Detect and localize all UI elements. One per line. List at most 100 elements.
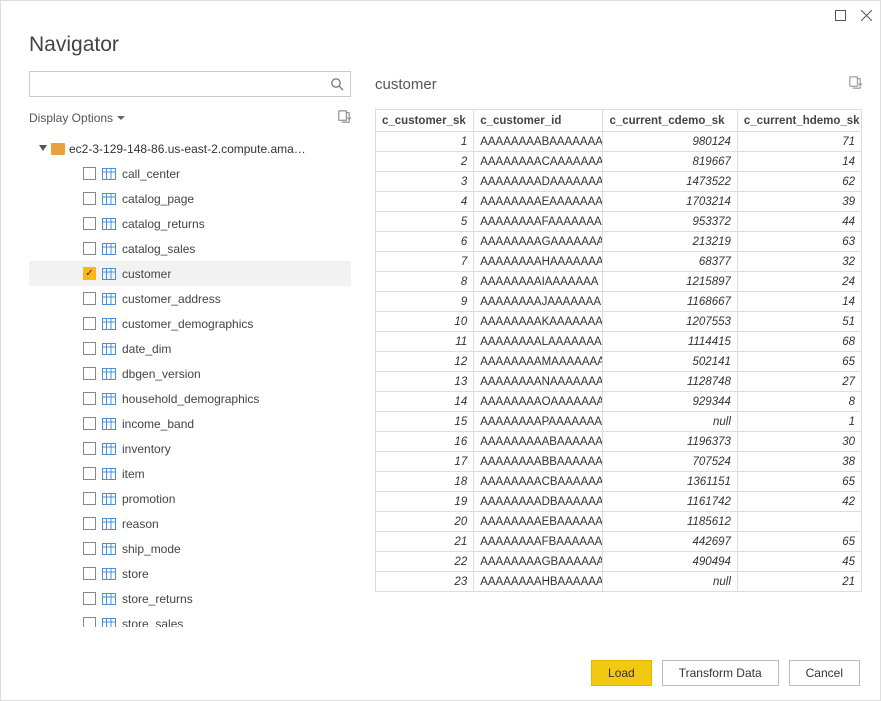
table-row[interactable]: 21AAAAAAAAFBAAAAAA44269765 xyxy=(376,532,862,552)
table-row[interactable]: 6AAAAAAAAGAAAAAAA21321963 xyxy=(376,232,862,252)
checkbox[interactable] xyxy=(83,267,96,280)
search-box[interactable] xyxy=(29,71,351,97)
checkbox[interactable] xyxy=(83,417,96,430)
table-row[interactable]: 3AAAAAAAADAAAAAAA147352262 xyxy=(376,172,862,192)
checkbox[interactable] xyxy=(83,342,96,355)
tree-item[interactable]: household_demographics xyxy=(29,386,351,411)
checkbox[interactable] xyxy=(83,192,96,205)
cell: 1185612 xyxy=(603,512,737,532)
checkbox[interactable] xyxy=(83,367,96,380)
table-icon xyxy=(102,268,116,280)
tree-item[interactable]: customer_demographics xyxy=(29,311,351,336)
table-row[interactable]: 12AAAAAAAAMAAAAAAA50214165 xyxy=(376,352,862,372)
tree-item[interactable]: dbgen_version xyxy=(29,361,351,386)
chevron-down-icon xyxy=(117,116,125,120)
col-header[interactable]: c_current_cdemo_sk xyxy=(603,110,737,132)
cell: 14 xyxy=(737,152,861,172)
tree-item[interactable]: item xyxy=(29,461,351,486)
tree-item[interactable]: call_center xyxy=(29,161,351,186)
tree-root[interactable]: ec2-3-129-148-86.us-east-2.compute.amaz… xyxy=(29,137,351,161)
table-row[interactable]: 9AAAAAAAAJAAAAAAA116866714 xyxy=(376,292,862,312)
col-header[interactable]: c_customer_id xyxy=(474,110,603,132)
preview-grid-scroll[interactable]: c_customer_sk c_customer_id c_current_cd… xyxy=(375,109,862,630)
table-row[interactable]: 14AAAAAAAAOAAAAAAA9293448 xyxy=(376,392,862,412)
preview-grid: c_customer_sk c_customer_id c_current_cd… xyxy=(375,109,862,592)
cell: 11 xyxy=(376,332,474,352)
checkbox[interactable] xyxy=(83,292,96,305)
tree-item[interactable]: inventory xyxy=(29,436,351,461)
preview-refresh-icon[interactable] xyxy=(847,75,862,93)
cell: 12 xyxy=(376,352,474,372)
cell: 953372 xyxy=(603,212,737,232)
search-input[interactable] xyxy=(30,72,324,96)
checkbox[interactable] xyxy=(83,167,96,180)
checkbox[interactable] xyxy=(83,467,96,480)
checkbox[interactable] xyxy=(83,242,96,255)
tree-item[interactable]: ship_mode xyxy=(29,536,351,561)
tree-item[interactable]: catalog_returns xyxy=(29,211,351,236)
tree-item[interactable]: store_sales xyxy=(29,611,351,627)
table-row[interactable]: 15AAAAAAAAPAAAAAAAnull1 xyxy=(376,412,862,432)
checkbox[interactable] xyxy=(83,217,96,230)
tree-item-label: store_returns xyxy=(122,592,193,606)
checkbox[interactable] xyxy=(83,517,96,530)
table-row[interactable]: 10AAAAAAAAKAAAAAAA120755351 xyxy=(376,312,862,332)
table-row[interactable]: 11AAAAAAAALAAAAAAA111441568 xyxy=(376,332,862,352)
cell: AAAAAAAADBAAAAAA xyxy=(474,492,603,512)
table-row[interactable]: 19AAAAAAAADBAAAAAA116174242 xyxy=(376,492,862,512)
tree-item[interactable]: date_dim xyxy=(29,336,351,361)
checkbox[interactable] xyxy=(83,592,96,605)
tree-item[interactable]: reason xyxy=(29,511,351,536)
tree-item[interactable]: catalog_page xyxy=(29,186,351,211)
col-header[interactable]: c_current_hdemo_sk xyxy=(737,110,861,132)
table-row[interactable]: 18AAAAAAAACBAAAAAA136115165 xyxy=(376,472,862,492)
table-row[interactable]: 1AAAAAAAABAAAAAAA98012471 xyxy=(376,132,862,152)
checkbox[interactable] xyxy=(83,442,96,455)
table-row[interactable]: 4AAAAAAAAEAAAAAAA170321439 xyxy=(376,192,862,212)
cell: AAAAAAAAEBAAAAAA xyxy=(474,512,603,532)
table-row[interactable]: 5AAAAAAAAFAAAAAAA95337244 xyxy=(376,212,862,232)
table-icon xyxy=(102,293,116,305)
refresh-icon[interactable] xyxy=(336,109,351,127)
cell: 442697 xyxy=(603,532,737,552)
table-row[interactable]: 22AAAAAAAAGBAAAAAA49049445 xyxy=(376,552,862,572)
table-row[interactable]: 13AAAAAAAANAAAAAAA112874827 xyxy=(376,372,862,392)
tree-item[interactable]: store_returns xyxy=(29,586,351,611)
checkbox[interactable] xyxy=(83,567,96,580)
load-button[interactable]: Load xyxy=(591,660,652,686)
cell: 44 xyxy=(737,212,861,232)
tree-item[interactable]: store xyxy=(29,561,351,586)
col-header[interactable]: c_customer_sk xyxy=(376,110,474,132)
collapse-icon[interactable] xyxy=(39,142,47,156)
cell: 22 xyxy=(376,552,474,572)
checkbox[interactable] xyxy=(83,542,96,555)
table-row[interactable]: 8AAAAAAAAIAAAAAAA121589724 xyxy=(376,272,862,292)
checkbox[interactable] xyxy=(83,317,96,330)
tables-tree[interactable]: ec2-3-129-148-86.us-east-2.compute.amaz…… xyxy=(29,137,351,627)
table-row[interactable]: 23AAAAAAAAHBAAAAAAnull21 xyxy=(376,572,862,592)
tree-item[interactable]: customer xyxy=(29,261,351,286)
cell: 27 xyxy=(737,372,861,392)
checkbox[interactable] xyxy=(83,492,96,505)
cell: 71 xyxy=(737,132,861,152)
close-icon[interactable] xyxy=(860,9,872,21)
search-icon[interactable] xyxy=(324,77,350,91)
transform-data-button[interactable]: Transform Data xyxy=(662,660,779,686)
display-options-dropdown[interactable]: Display Options xyxy=(29,111,125,125)
table-icon xyxy=(102,193,116,205)
table-row[interactable]: 20AAAAAAAAEBAAAAAA1185612 xyxy=(376,512,862,532)
tree-item[interactable]: customer_address xyxy=(29,286,351,311)
tree-item[interactable]: income_band xyxy=(29,411,351,436)
maximize-icon[interactable] xyxy=(834,9,846,21)
table-row[interactable]: 2AAAAAAAACAAAAAAA81966714 xyxy=(376,152,862,172)
cancel-button[interactable]: Cancel xyxy=(789,660,860,686)
checkbox[interactable] xyxy=(83,617,96,627)
table-row[interactable]: 16AAAAAAAAABAAAAAA119637330 xyxy=(376,432,862,452)
table-row[interactable]: 7AAAAAAAAHAAAAAAA6837732 xyxy=(376,252,862,272)
tree-item[interactable]: promotion xyxy=(29,486,351,511)
tree-item[interactable]: catalog_sales xyxy=(29,236,351,261)
table-row[interactable]: 17AAAAAAAABBAAAAAA70752438 xyxy=(376,452,862,472)
table-icon xyxy=(102,468,116,480)
preview-grid-hscroll[interactable] xyxy=(375,630,862,646)
checkbox[interactable] xyxy=(83,392,96,405)
